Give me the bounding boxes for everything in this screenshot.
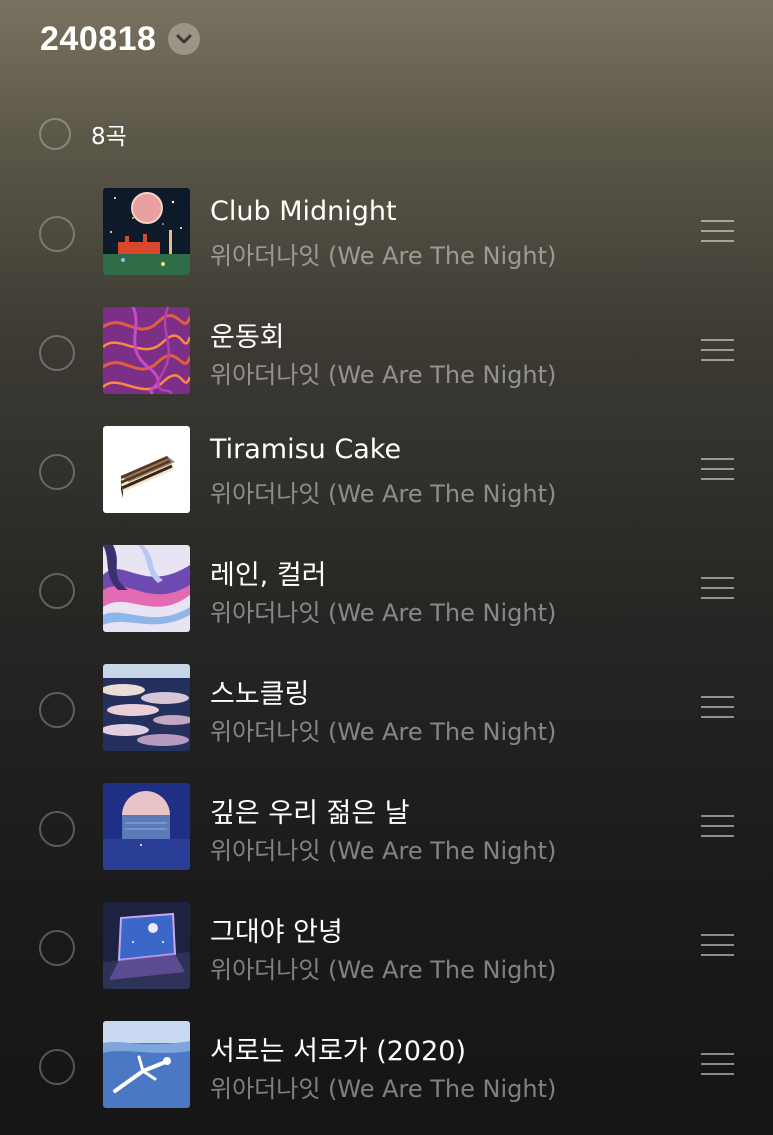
track-select-checkbox[interactable] xyxy=(39,454,75,490)
track-title: Tiramisu Cake xyxy=(210,434,402,465)
track-select-checkbox[interactable] xyxy=(39,692,75,728)
playlist-dropdown-button[interactable] xyxy=(168,23,201,55)
track-row[interactable]: Club Midnight 위아더나잇 (We Are The Night) xyxy=(0,180,773,299)
reorder-handle-icon[interactable] xyxy=(701,696,734,718)
select-all-row[interactable]: 8곡 xyxy=(39,117,127,151)
reorder-handle-icon[interactable] xyxy=(701,458,734,480)
swimmer-art xyxy=(103,1021,190,1108)
track-select-checkbox[interactable] xyxy=(39,930,75,966)
track-artist: 위아더나잇 (We Are The Night) xyxy=(210,599,557,627)
glowing-screen-art xyxy=(103,902,190,989)
track-artist: 위아더나잇 (We Are The Night) xyxy=(210,480,557,508)
track-title: 스노클링 xyxy=(210,679,310,710)
chevron-down-icon xyxy=(176,34,192,44)
track-title: Club Midnight xyxy=(210,196,397,227)
track-artist: 위아더나잇 (We Are The Night) xyxy=(210,242,557,270)
track-title: 서로는 서로가 (2020) xyxy=(210,1036,466,1067)
track-artist: 위아더나잇 (We Are The Night) xyxy=(210,1075,557,1103)
track-title: 레인, 컬러 xyxy=(210,560,327,591)
night-sky-planet-art xyxy=(103,188,190,275)
track-artist: 위아더나잇 (We Are The Night) xyxy=(210,718,557,746)
track-select-checkbox[interactable] xyxy=(39,1049,75,1085)
reorder-handle-icon[interactable] xyxy=(701,339,734,361)
track-artist: 위아더나잇 (We Are The Night) xyxy=(210,956,557,984)
track-count-label: 8곡 xyxy=(91,124,127,150)
reorder-handle-icon[interactable] xyxy=(701,1053,734,1075)
clouds-art xyxy=(103,664,190,751)
track-row[interactable]: 운동회 위아더나잇 (We Are The Night) xyxy=(0,299,773,418)
track-title: 운동회 xyxy=(210,322,285,353)
track-title: 그대야 안녕 xyxy=(210,917,343,948)
track-row[interactable]: 스노클링 위아더나잇 (We Are The Night) xyxy=(0,656,773,775)
track-select-checkbox[interactable] xyxy=(39,811,75,847)
track-row[interactable]: 레인, 컬러 위아더나잇 (We Are The Night) xyxy=(0,537,773,656)
track-title: 깊은 우리 젊은 날 xyxy=(210,798,410,829)
track-artist: 위아더나잇 (We Are The Night) xyxy=(210,361,557,389)
reorder-handle-icon[interactable] xyxy=(701,577,734,599)
select-all-checkbox[interactable] xyxy=(39,118,71,150)
track-select-checkbox[interactable] xyxy=(39,216,75,252)
reorder-handle-icon[interactable] xyxy=(701,815,734,837)
cake-slice-art xyxy=(103,426,190,513)
track-select-checkbox[interactable] xyxy=(39,573,75,609)
reorder-handle-icon[interactable] xyxy=(701,934,734,956)
marble-paint-art xyxy=(103,545,190,632)
purple-swirl-art xyxy=(103,307,190,394)
track-list: Club Midnight 위아더나잇 (We Are The Night) 운… xyxy=(0,180,773,1132)
track-row[interactable]: 그대야 안녕 위아더나잇 (We Are The Night) xyxy=(0,894,773,1013)
track-artist: 위아더나잇 (We Are The Night) xyxy=(210,837,557,865)
track-row[interactable]: 서로는 서로가 (2020) 위아더나잇 (We Are The Night) xyxy=(0,1013,773,1132)
playlist-header: 240818 xyxy=(40,14,201,64)
track-row[interactable]: Tiramisu Cake 위아더나잇 (We Are The Night) xyxy=(0,418,773,537)
playlist-title: 240818 xyxy=(40,19,157,58)
track-select-checkbox[interactable] xyxy=(39,335,75,371)
moon-sea-art xyxy=(103,783,190,870)
reorder-handle-icon[interactable] xyxy=(701,220,734,242)
track-row[interactable]: 깊은 우리 젊은 날 위아더나잇 (We Are The Night) xyxy=(0,775,773,894)
